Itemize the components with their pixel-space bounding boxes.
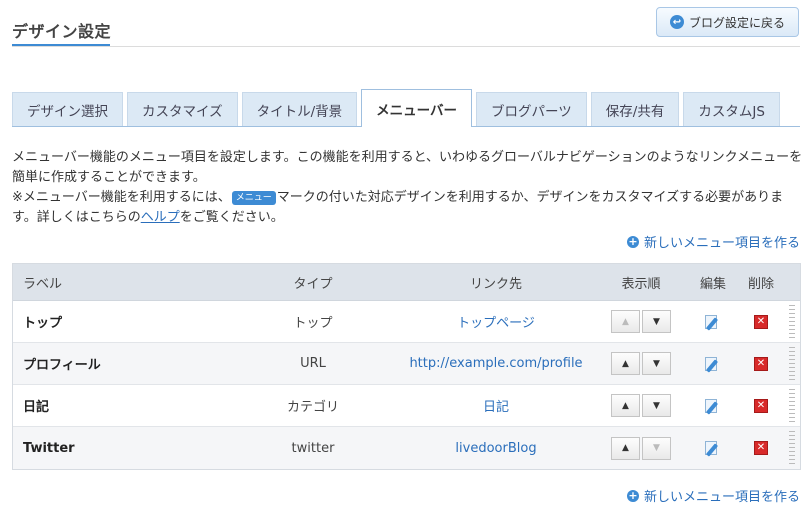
row-delete: ✕: [740, 356, 782, 371]
edit-icon[interactable]: [704, 355, 722, 373]
delete-icon[interactable]: ✕: [754, 441, 768, 455]
row-type: URL: [300, 356, 326, 371]
header-type: タイプ: [293, 276, 333, 292]
header-edit: 編集: [699, 276, 726, 292]
row-link[interactable]: http://example.com/profile: [396, 356, 596, 371]
row-edit: [686, 355, 740, 373]
move-down-button[interactable]: ▼: [642, 394, 671, 417]
header-label: ラベル: [23, 276, 63, 292]
description-note: ※メニューバー機能を利用するには、 メニュー マークの付いた対応デザインを利用するか…: [12, 188, 804, 228]
arrow-down-icon: ▼: [653, 443, 660, 453]
move-down-button[interactable]: ▼: [642, 352, 671, 375]
header-order: 表示順: [621, 276, 661, 292]
delete-icon[interactable]: ✕: [754, 356, 768, 371]
drag-handle[interactable]: [789, 431, 795, 465]
row-edit: [686, 439, 740, 457]
arrow-down-icon: ▼: [653, 400, 660, 411]
move-up-button[interactable]: ▲: [611, 436, 640, 460]
menu-items-table: ラベル タイプ リンク先 表示順 編集 削除 トップ トップ トップページ ▲ …: [12, 263, 801, 470]
header-delete: 削除: [747, 276, 774, 292]
back-arrow-icon: ↩: [669, 15, 684, 29]
move-up-button[interactable]: ▲: [611, 352, 640, 375]
tab-blog-parts[interactable]: ブログパーツ: [476, 92, 587, 127]
row-label: プロフィール: [23, 358, 101, 373]
row-type: トップ: [293, 316, 333, 331]
table-row: 日記 カテゴリ 日記 ▲ ▼ ✕: [13, 385, 800, 427]
table-row: Twitter twitter livedoorBlog ▲ ▼ ✕: [13, 427, 800, 469]
delete-icon[interactable]: ✕: [754, 398, 768, 413]
drag-handle[interactable]: [789, 304, 795, 339]
tab-custom-js[interactable]: カスタムJS: [683, 92, 780, 127]
table-header: ラベル タイプ リンク先 表示順 編集 削除: [13, 264, 800, 301]
row-label: トップ: [23, 316, 63, 331]
back-to-blog-settings-button[interactable]: ↩ ブログ設定に戻る: [656, 7, 799, 37]
row-order: ▲ ▼: [596, 394, 686, 417]
row-label: 日記: [23, 400, 50, 415]
tab-design-select[interactable]: デザイン選択: [12, 92, 123, 127]
arrow-down-icon: ▼: [653, 316, 660, 327]
note-prefix: ※メニューバー機能を利用するには、: [12, 190, 231, 205]
row-delete: ✕: [740, 314, 782, 329]
header-link: リンク先: [469, 276, 522, 292]
row-label: Twitter: [23, 440, 75, 456]
edit-icon[interactable]: [704, 439, 722, 457]
arrow-up-icon: ▲: [622, 316, 629, 327]
edit-icon[interactable]: [704, 313, 722, 331]
new-menu-item-label: 新しいメニュー項目を作る: [643, 236, 800, 251]
move-up-button[interactable]: ▲: [611, 394, 640, 417]
plus-circle-icon: +: [626, 234, 639, 248]
back-button-label: ブログ設定に戻る: [688, 15, 785, 30]
arrow-up-icon: ▲: [622, 358, 629, 369]
description-line: メニューバー機能のメニュー項目を設定します。この機能を利用すると、いわゆるグロー…: [12, 150, 803, 185]
row-link[interactable]: トップページ: [396, 312, 596, 331]
move-down-button[interactable]: ▼: [642, 310, 671, 333]
tab-bar: デザイン選択 カスタマイズ タイトル/背景 メニューバー ブログパーツ 保存/共…: [12, 89, 784, 127]
arrow-up-icon: ▲: [622, 443, 629, 453]
row-order: ▲ ▼: [596, 436, 686, 460]
table-row: プロフィール URL http://example.com/profile ▲ …: [13, 343, 800, 385]
arrow-down-icon: ▼: [653, 358, 660, 369]
table-row: トップ トップ トップページ ▲ ▼ ✕: [13, 301, 800, 343]
row-edit: [686, 313, 740, 331]
row-link[interactable]: 日記: [396, 396, 596, 415]
move-down-button[interactable]: ▼: [642, 436, 671, 460]
tab-save-share[interactable]: 保存/共有: [590, 92, 680, 127]
page-title: デザイン設定: [12, 22, 112, 41]
delete-icon[interactable]: ✕: [754, 314, 768, 329]
row-delete: ✕: [740, 441, 782, 455]
drag-handle[interactable]: [789, 346, 795, 381]
row-delete: ✕: [740, 398, 782, 413]
row-type: twitter: [291, 440, 335, 456]
title-rule: [12, 46, 800, 47]
new-menu-item-link-bottom[interactable]: + 新しいメニュー項目を作る: [626, 486, 800, 505]
arrow-up-icon: ▲: [622, 400, 629, 411]
note-suffix: をご覧ください。: [179, 210, 284, 225]
help-link[interactable]: ヘルプ: [141, 210, 180, 225]
row-link[interactable]: livedoorBlog: [396, 441, 596, 456]
plus-circle-icon: +: [626, 488, 639, 502]
tab-customize[interactable]: カスタマイズ: [127, 92, 238, 127]
row-order: ▲ ▼: [596, 352, 686, 375]
row-edit: [686, 397, 740, 415]
new-menu-item-label: 新しいメニュー項目を作る: [643, 490, 800, 505]
new-menu-item-link-top[interactable]: + 新しいメニュー項目を作る: [626, 232, 800, 251]
description: メニューバー機能のメニュー項目を設定します。この機能を利用すると、いわゆるグロー…: [12, 148, 804, 228]
tab-title-background[interactable]: タイトル/背景: [241, 92, 358, 127]
row-order: ▲ ▼: [596, 310, 686, 333]
tab-menubar[interactable]: メニューバー: [361, 89, 473, 127]
row-type: カテゴリ: [286, 400, 339, 415]
drag-handle[interactable]: [789, 388, 795, 423]
move-up-button[interactable]: ▲: [611, 310, 640, 333]
menu-badge: メニュー: [231, 191, 276, 205]
edit-icon[interactable]: [704, 397, 722, 415]
